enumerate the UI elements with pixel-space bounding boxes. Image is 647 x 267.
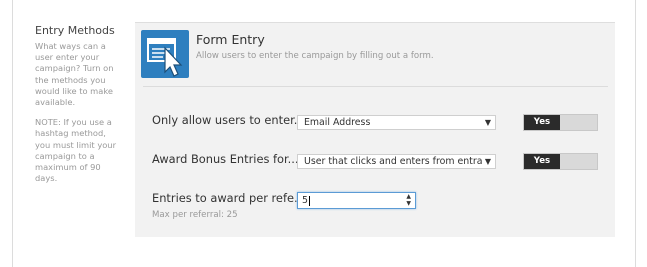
chevron-down-icon: ▼ (484, 118, 491, 127)
only-allow-select[interactable]: Email Address ▼ (297, 115, 496, 130)
section-title: Entry Methods (35, 24, 115, 37)
entries-to-award-input[interactable]: 5 ▲ ▼ (297, 192, 416, 209)
award-bonus-toggle[interactable]: Yes (523, 153, 598, 170)
form-icon (141, 30, 189, 78)
award-bonus-label: Award Bonus Entries for... (152, 152, 299, 166)
text-cursor (308, 195, 310, 206)
toggle-on-label: Yes (524, 115, 560, 130)
toggle-on-label: Yes (524, 154, 560, 169)
page-border-left (12, 0, 13, 267)
award-bonus-select[interactable]: User that clicks and enters from entra ▼ (297, 154, 496, 169)
panel-divider (143, 86, 608, 87)
section-note-text: NOTE: If you use a hashtag method, you m… (35, 117, 116, 184)
only-allow-toggle[interactable]: Yes (523, 114, 598, 131)
entries-to-award-label: Entries to award per refe... (152, 191, 305, 205)
chevron-down-icon: ▼ (484, 157, 491, 166)
entry-methods-sidebar: Entry Methods What ways can a user enter… (35, 24, 117, 184)
only-allow-label: Only allow users to enter... (152, 113, 305, 127)
section-help-text: What ways can a user enter your campaign… (35, 41, 114, 108)
only-allow-selected-value: Email Address (304, 117, 371, 128)
award-bonus-selected-value: User that clicks and enters from entra (304, 156, 482, 167)
spin-down-icon[interactable]: ▼ (406, 201, 411, 207)
entries-to-award-hint: Max per referral: 25 (152, 210, 238, 220)
method-title: Form Entry (196, 32, 265, 47)
page-border-right (635, 0, 636, 267)
method-description: Allow users to enter the campaign by fil… (196, 51, 434, 61)
entries-to-award-value: 5 (302, 195, 308, 206)
